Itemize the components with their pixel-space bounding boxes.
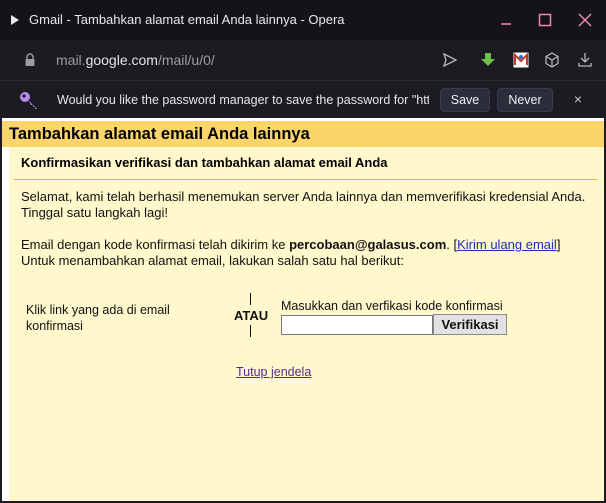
save-password-button[interactable]: Save <box>440 88 490 112</box>
option-click-link: Klik link yang ada di email konfirmasi <box>26 303 170 333</box>
or-divider-top <box>250 293 251 305</box>
box-extension-button[interactable] <box>543 51 561 69</box>
intro-line-1: Selamat, kami telah berhasil menemukan s… <box>21 189 586 204</box>
resend-email-link[interactable]: Kirim ulang email <box>457 237 557 252</box>
close-icon <box>578 13 592 27</box>
key-icon <box>20 92 37 109</box>
password-manager-bar: Would you like the password manager to s… <box>0 80 606 119</box>
page-content: Tambahkan alamat email Anda lainnya Konf… <box>2 118 604 501</box>
instruction-text: Untuk menambahkan alamat email, lakukan … <box>21 253 404 268</box>
url-prefix: mail. <box>56 52 86 68</box>
download-icon <box>578 53 592 67</box>
page-title: Tambahkan alamat email Anda lainnya <box>9 125 310 143</box>
close-window-link[interactable]: Tutup jendela <box>236 365 311 379</box>
window-title: Gmail - Tambahkan alamat email Anda lain… <box>29 12 345 27</box>
extension-icon <box>513 52 529 68</box>
password-prompt-text: Would you like the password manager to s… <box>57 93 429 107</box>
send-icon <box>442 52 458 68</box>
sent-email: percobaan@galasus.com <box>289 237 447 252</box>
send-button[interactable] <box>441 51 459 69</box>
address-bar: mail.google.com/mail/u/0/ <box>0 40 606 80</box>
cube-icon <box>545 52 559 68</box>
confirmation-panel: Konfirmasikan verifikasi dan tambahkan a… <box>9 147 604 501</box>
intro-line-2: Tinggal satu langkah lagi! <box>21 205 168 220</box>
lock-icon <box>25 53 35 66</box>
page-header: Tambahkan alamat email Anda lainnya <box>2 121 604 147</box>
never-save-button[interactable]: Never <box>497 88 553 112</box>
download-arrow-icon <box>481 53 495 66</box>
sent-close-bracket: ] <box>556 237 561 252</box>
sent-notice: Email dengan kode konfirmasi telah dikir… <box>21 237 560 253</box>
confirmation-code-input[interactable] <box>281 315 433 335</box>
maximize-button[interactable] <box>535 10 555 30</box>
url-path: /mail/u/0/ <box>157 52 215 68</box>
extension-button[interactable] <box>512 51 530 69</box>
opera-logo-icon <box>11 15 19 25</box>
url-field[interactable]: mail.google.com/mail/u/0/ <box>56 52 215 68</box>
sent-prefix: Email dengan kode konfirmasi telah dikir… <box>21 237 290 252</box>
maximize-icon <box>538 13 552 27</box>
or-label: ATAU <box>234 308 269 323</box>
verify-button[interactable]: Verifikasi <box>433 314 507 335</box>
code-label: Masukkan dan verfikasi kode konfirmasi <box>281 299 503 313</box>
or-divider-bottom <box>250 325 251 337</box>
sent-suffix: . [ <box>446 237 458 252</box>
title-bar: Gmail - Tambahkan alamat email Anda lain… <box>0 0 606 40</box>
close-password-bar-icon[interactable]: × <box>570 91 586 107</box>
url-host: google.com <box>85 52 158 68</box>
section-title: Konfirmasikan verifikasi dan tambahkan a… <box>21 155 388 170</box>
browser-window: Gmail - Tambahkan alamat email Anda lain… <box>0 0 606 503</box>
download-extension-button[interactable] <box>479 51 497 69</box>
downloads-button[interactable] <box>576 51 594 69</box>
minimize-button[interactable] <box>496 10 516 30</box>
minimize-icon <box>501 23 511 25</box>
close-window-button[interactable] <box>575 10 595 30</box>
section-divider <box>14 179 597 180</box>
